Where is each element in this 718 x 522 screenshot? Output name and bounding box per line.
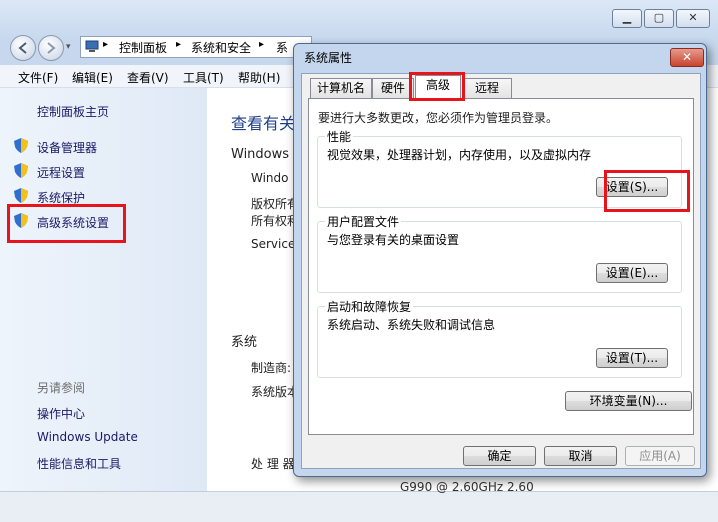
startup-recovery-settings-button[interactable]: 设置(T)...: [596, 348, 668, 368]
admin-note: 要进行大多数更改，您必须作为管理员登录。: [318, 111, 559, 125]
highlight-box: [409, 72, 465, 101]
tab-remote[interactable]: 远程: [462, 78, 512, 98]
highlight-box: [7, 204, 126, 243]
device-manager-link[interactable]: 设备管理器: [37, 139, 97, 156]
ok-button[interactable]: 确定: [463, 446, 536, 466]
environment-variables-button[interactable]: 环境变量(N)...: [565, 391, 692, 411]
advanced-tab-panel: 要进行大多数更改，您必须作为管理员登录。 性能 视觉效果，处理器计划，内存使用，…: [308, 98, 694, 435]
performance-tools-link[interactable]: 性能信息和工具: [37, 455, 121, 472]
menu-tools[interactable]: 工具(T): [183, 69, 224, 86]
shield-icon: [14, 163, 28, 178]
highlight-box: [604, 170, 690, 212]
service-pack: Service: [251, 237, 296, 251]
left-task-pane: 控制面板主页 设备管理器 远程设置 系统保护 高级系统设置 另请参阅 操作中心 …: [0, 88, 207, 491]
apply-button[interactable]: 应用(A): [625, 446, 695, 466]
user-profiles-group: 用户配置文件 与您登录有关的桌面设置 设置(E)...: [317, 213, 682, 293]
manufacturer-label: 制造商:: [251, 361, 292, 375]
breadcrumb-item[interactable]: 控制面板: [119, 39, 167, 56]
system-properties-dialog: 系统属性 ✕ 计算机名 硬件 高级 远程 要进行大多数更改，您必须作为管理员登录…: [293, 43, 707, 477]
back-arrow-icon[interactable]: [10, 35, 36, 61]
startup-recovery-legend: 启动和故障恢复: [325, 298, 414, 315]
computer-icon: [85, 40, 99, 52]
status-bar: G990 @ 2.60GHz 2.60: [0, 480, 718, 522]
forward-arrow-icon[interactable]: [38, 35, 64, 61]
control-panel-home-link[interactable]: 控制面板主页: [37, 103, 109, 120]
performance-legend: 性能: [325, 128, 354, 145]
system-section-label: 系统: [231, 335, 258, 350]
breadcrumb-item[interactable]: 系统和安全: [191, 39, 251, 56]
windows-update-link[interactable]: Windows Update: [37, 430, 138, 444]
close-icon[interactable]: ✕: [670, 48, 704, 67]
breadcrumb-item[interactable]: 系: [276, 39, 288, 56]
tab-hardware[interactable]: 硬件: [372, 78, 414, 98]
dialog-body: 计算机名 硬件 高级 远程 要进行大多数更改，您必须作为管理员登录。 性能 视觉…: [301, 72, 701, 469]
performance-desc: 视觉效果，处理器计划，内存使用，以及虚拟内存: [327, 148, 592, 162]
edition-value: Windo: [251, 171, 289, 185]
close-icon[interactable]: ✕: [676, 9, 710, 28]
recent-pages-chevron-icon[interactable]: ▾: [66, 42, 71, 52]
user-profiles-settings-button[interactable]: 设置(E)...: [596, 263, 668, 283]
startup-recovery-group: 启动和故障恢复 系统启动、系统失败和调试信息 设置(T)...: [317, 298, 682, 378]
copyright-line-2: 所有权利: [251, 214, 300, 228]
system-version-label: 系统版本: [251, 385, 300, 399]
shield-icon: [14, 138, 28, 153]
menu-edit[interactable]: 编辑(E): [72, 69, 113, 86]
processor-value: G990 @ 2.60GHz 2.60: [400, 480, 534, 494]
user-profiles-desc: 与您登录有关的桌面设置: [327, 233, 460, 247]
minimize-icon[interactable]: ▁: [612, 9, 642, 28]
breadcrumb[interactable]: ▸ 控制面板 ▸ 系统和安全 ▸ 系: [80, 36, 312, 58]
menu-help[interactable]: 帮助(H): [238, 69, 280, 86]
menu-view[interactable]: 查看(V): [127, 69, 169, 86]
see-also-label: 另请参阅: [37, 381, 86, 395]
user-profiles-legend: 用户配置文件: [325, 213, 402, 230]
page-title: 查看有关: [231, 114, 296, 133]
action-center-link[interactable]: 操作中心: [37, 405, 85, 422]
menu-file[interactable]: 文件(F): [18, 69, 58, 86]
processor-label: 处 理 器: [251, 457, 295, 471]
maximize-icon[interactable]: ▢: [644, 9, 674, 28]
copyright-line-1: 版权所有: [251, 197, 300, 211]
remote-settings-link[interactable]: 远程设置: [37, 164, 85, 181]
cancel-button[interactable]: 取消: [544, 446, 617, 466]
shield-icon: [14, 188, 28, 203]
dialog-title: 系统属性: [304, 51, 353, 65]
tab-computer-name[interactable]: 计算机名: [310, 78, 372, 98]
startup-recovery-desc: 系统启动、系统失败和调试信息: [327, 318, 496, 332]
